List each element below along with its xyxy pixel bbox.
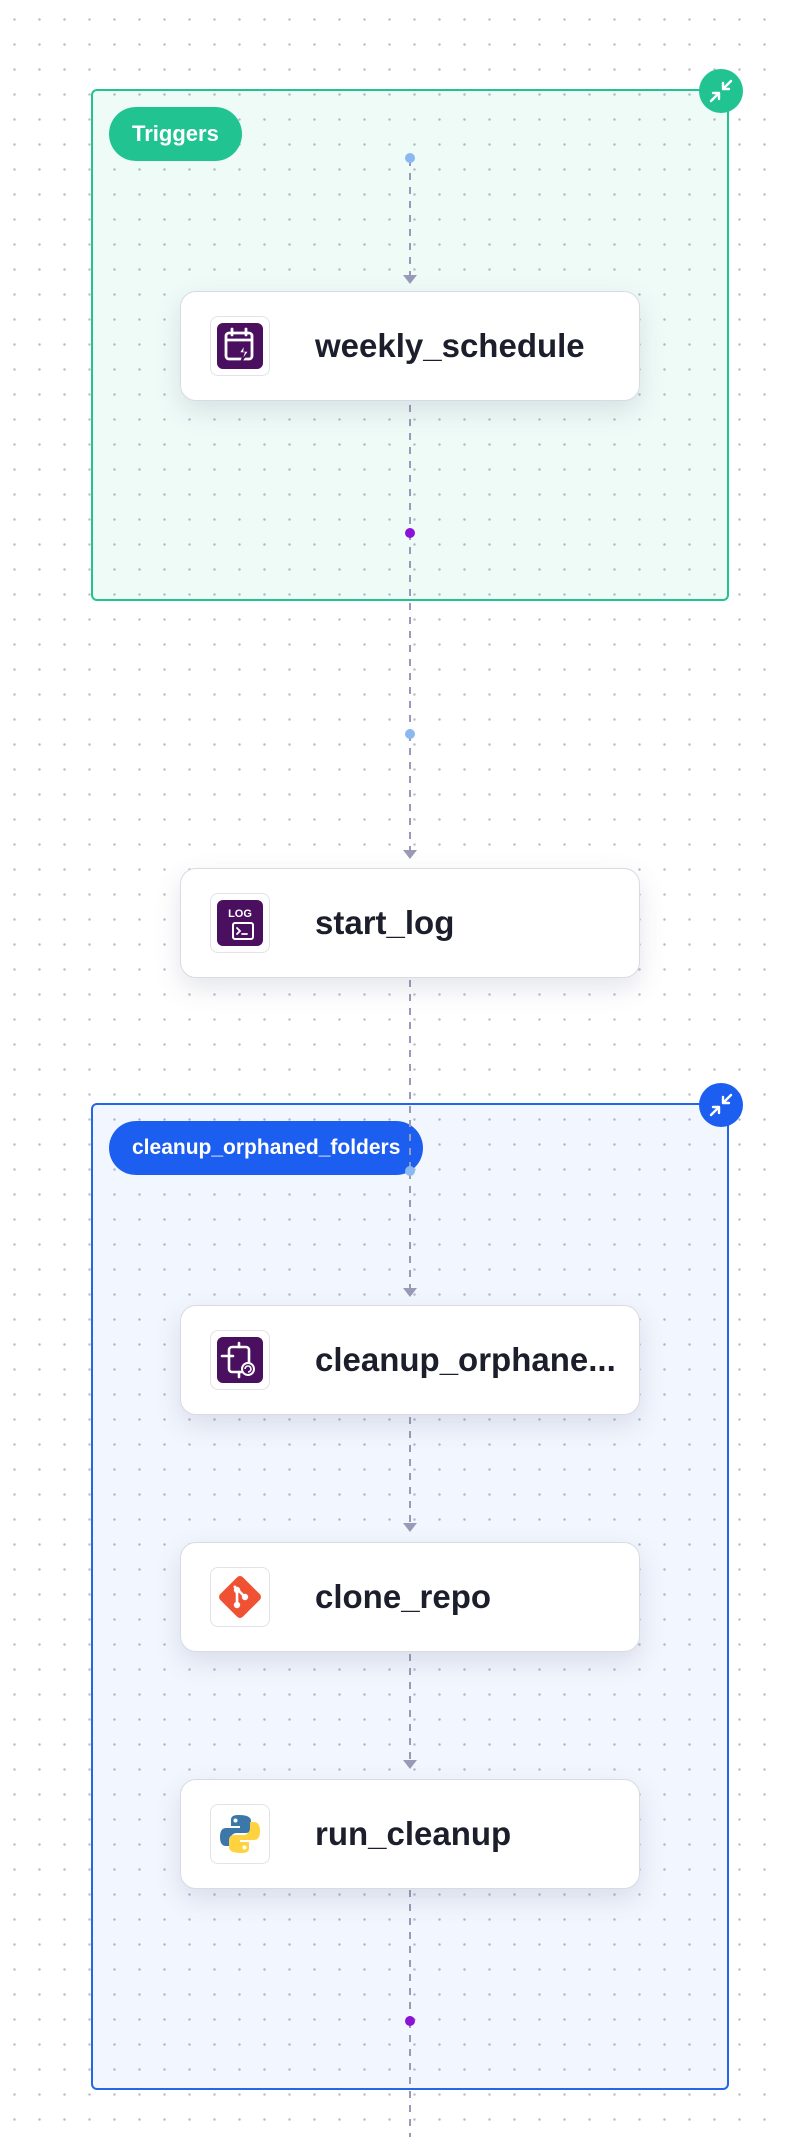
edge-arrow	[403, 1523, 417, 1532]
node-label: clone_repo	[315, 1578, 492, 1615]
node-label: cleanup_orphane...	[315, 1341, 616, 1378]
python-icon	[210, 1804, 270, 1864]
input-port	[405, 729, 415, 739]
schedule-trigger-icon	[210, 316, 270, 376]
node-weekly-schedule[interactable]: weekly_schedule	[180, 291, 640, 401]
edge-arrow	[403, 275, 417, 284]
edge-arrow	[403, 1288, 417, 1297]
output-port	[405, 528, 415, 538]
node-cleanup-orphaned[interactable]: cleanup_orphane...	[180, 1305, 640, 1415]
git-icon	[210, 1567, 270, 1627]
node-label: start_log	[315, 904, 455, 941]
node-clone-repo[interactable]: clone_repo	[180, 1542, 640, 1652]
input-port	[405, 1166, 415, 1176]
edge-arrow	[403, 1760, 417, 1769]
input-port	[405, 153, 415, 163]
node-run-cleanup[interactable]: run_cleanup	[180, 1779, 640, 1889]
svg-text:LOG: LOG	[228, 908, 252, 920]
node-start-log[interactable]: LOG start_log	[180, 868, 640, 978]
node-label: run_cleanup	[315, 1815, 512, 1852]
subflow-icon	[210, 1330, 270, 1390]
log-terminal-icon: LOG	[210, 893, 270, 953]
output-port	[405, 2016, 415, 2026]
node-label: weekly_schedule	[315, 327, 585, 364]
edge-arrow	[403, 850, 417, 859]
